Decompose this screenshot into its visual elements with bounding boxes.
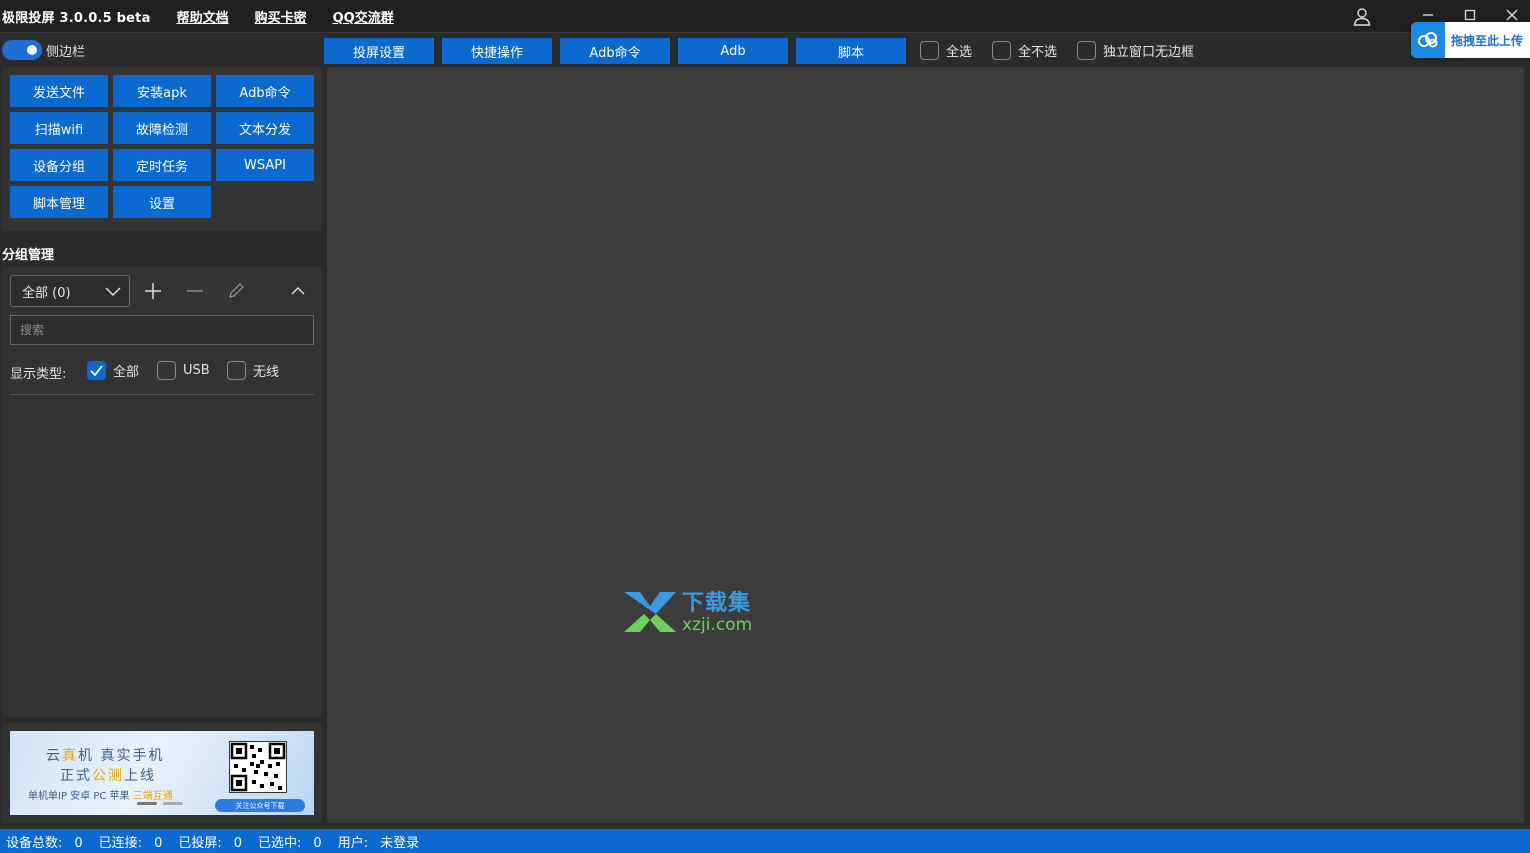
device-group-button[interactable]: 设备分组 xyxy=(10,149,108,181)
wsapi-button[interactable]: WSAPI xyxy=(216,149,314,181)
tab-adb-commands[interactable]: Adb命令 xyxy=(560,38,670,64)
carousel-dots xyxy=(137,802,183,805)
upload-drop-badge[interactable]: 拖拽至此上传 xyxy=(1411,22,1530,58)
script-manage-button[interactable]: 脚本管理 xyxy=(10,186,108,218)
sidebar-toggle-label: 侧边栏 xyxy=(46,44,86,60)
install-apk-button[interactable]: 安装apk xyxy=(113,75,211,107)
select-none-label: 全不选 xyxy=(1018,45,1058,60)
user-icon[interactable] xyxy=(1351,6,1373,28)
watermark: 下载集 xzji.com xyxy=(622,588,752,638)
status-user: 用户: 未登录 xyxy=(337,835,420,851)
device-display-area[interactable] xyxy=(327,67,1524,823)
scan-wifi-button[interactable]: 扫描wifi xyxy=(10,112,108,144)
cloud-icon xyxy=(1411,22,1445,58)
status-device-total: 设备总数: 0 xyxy=(6,835,83,851)
help-docs-link[interactable]: 帮助文档 xyxy=(177,7,229,26)
scheduled-task-button[interactable]: 定时任务 xyxy=(113,149,211,181)
status-connected: 已连接: 0 xyxy=(98,835,163,851)
minimize-icon xyxy=(1423,14,1433,16)
select-all-checkbox[interactable]: 全选 xyxy=(920,41,972,60)
ad-banner[interactable]: 云真机 真实手机 正式公测上线 单机单IP 安卓 PC 苹果 三端互通 关注公众… xyxy=(10,731,314,815)
banner-line-1: 云真机 真实手机 xyxy=(46,748,165,764)
banner-cta: 关注公众号下载 xyxy=(215,799,305,812)
checkbox-box xyxy=(87,361,106,380)
chevron-up-icon[interactable] xyxy=(288,281,308,301)
status-casting: 已投屏: 0 xyxy=(178,835,243,851)
text-distribute-button[interactable]: 文本分发 xyxy=(216,112,314,144)
type-usb-checkbox[interactable]: USB xyxy=(157,361,210,380)
watermark-logo-icon xyxy=(622,588,678,638)
sidebar-toggle[interactable] xyxy=(2,40,42,60)
sidebar-toggle-row: 侧边栏 xyxy=(2,40,85,60)
watermark-en: xzji.com xyxy=(682,614,753,635)
upload-badge-label: 拖拽至此上传 xyxy=(1451,33,1524,48)
tab-script[interactable]: 脚本 xyxy=(796,38,906,64)
tab-quick-actions[interactable]: 快捷操作 xyxy=(442,38,552,64)
borderless-window-label: 独立窗口无边框 xyxy=(1103,45,1195,60)
tab-adb[interactable]: Adb xyxy=(678,38,788,64)
select-all-label: 全选 xyxy=(946,45,973,60)
add-group-icon[interactable] xyxy=(143,281,163,301)
borderless-window-checkbox[interactable]: 独立窗口无边框 xyxy=(1077,41,1194,60)
adb-command-button[interactable]: Adb命令 xyxy=(216,75,314,107)
search-input[interactable] xyxy=(10,315,314,345)
display-type-label: 显示类型: xyxy=(10,367,67,382)
banner-line-2: 正式公测上线 xyxy=(60,768,156,784)
maximize-icon xyxy=(1464,9,1476,21)
type-all-label: 全部 xyxy=(113,365,140,380)
close-icon xyxy=(1506,9,1518,21)
group-select-value: 全部 (0) xyxy=(22,285,71,301)
buy-key-link[interactable]: 购买卡密 xyxy=(255,7,307,26)
watermark-cn: 下载集 xyxy=(682,590,752,616)
edit-pencil-icon[interactable] xyxy=(226,281,246,301)
tools-panel: 发送文件 安装apk Adb命令 扫描wifi 故障检测 文本分发 设备分组 定… xyxy=(2,67,322,231)
checkbox-box xyxy=(920,41,939,60)
select-none-checkbox[interactable]: 全不选 xyxy=(992,41,1057,60)
remove-group-icon[interactable] xyxy=(185,281,205,301)
checkbox-box xyxy=(992,41,1011,60)
fault-detect-button[interactable]: 故障检测 xyxy=(113,112,211,144)
chevron-down-icon xyxy=(105,284,121,302)
group-divider xyxy=(10,394,314,395)
send-file-button[interactable]: 发送文件 xyxy=(10,75,108,107)
type-usb-label: USB xyxy=(183,363,210,378)
banner-line-3: 单机单IP 安卓 PC 苹果 三端互通 xyxy=(28,791,173,802)
tab-cast-settings[interactable]: 投屏设置 xyxy=(324,38,434,64)
title-bar: 极限投屏 3.0.0.5 beta 帮助文档 购买卡密 QQ交流群 xyxy=(0,0,1530,33)
check-icon xyxy=(90,365,103,376)
qr-code-icon xyxy=(229,741,287,793)
app-title: 极限投屏 3.0.0.5 beta xyxy=(2,10,151,26)
type-all-checkbox[interactable]: 全部 xyxy=(87,361,139,380)
checkbox-box xyxy=(227,361,246,380)
status-bar: 设备总数: 0 已连接: 0 已投屏: 0 已选中: 0 用户: 未登录 xyxy=(0,829,1530,853)
type-wireless-label: 无线 xyxy=(253,365,280,380)
qq-group-link[interactable]: QQ交流群 xyxy=(333,7,394,26)
group-management-title: 分组管理 xyxy=(2,248,55,263)
type-wireless-checkbox[interactable]: 无线 xyxy=(227,361,279,380)
checkbox-box xyxy=(1077,41,1096,60)
settings-button[interactable]: 设置 xyxy=(113,186,211,218)
group-select[interactable]: 全部 (0) xyxy=(10,275,130,307)
status-selected: 已选中: 0 xyxy=(258,835,322,851)
checkbox-box xyxy=(157,361,176,380)
